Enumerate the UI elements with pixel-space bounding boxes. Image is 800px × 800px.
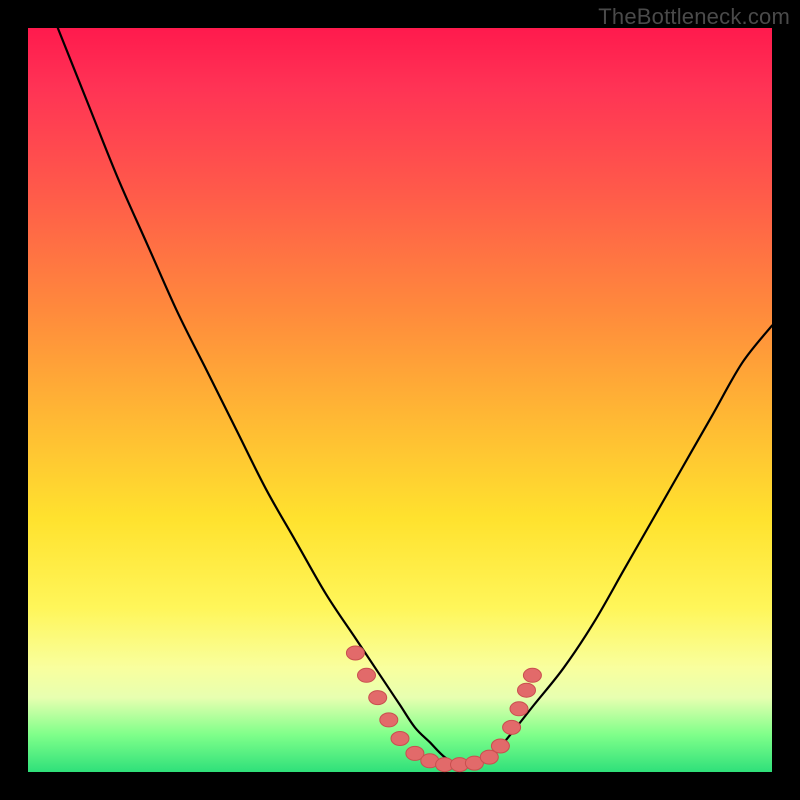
marker-layer xyxy=(346,646,541,772)
curve-marker xyxy=(523,668,541,682)
curve-marker xyxy=(391,732,409,746)
curve-marker xyxy=(369,691,387,705)
chart-overlay-svg xyxy=(0,0,800,800)
curve-marker xyxy=(358,668,376,682)
chart-frame: TheBottleneck.com xyxy=(0,0,800,800)
curve-marker xyxy=(491,739,509,753)
curve-marker xyxy=(380,713,398,727)
curve-marker xyxy=(346,646,364,660)
curve-marker xyxy=(503,720,521,734)
curve-layer xyxy=(58,28,772,766)
curve-marker xyxy=(510,702,528,716)
curve-marker xyxy=(518,683,536,697)
bottleneck-curve xyxy=(58,28,772,766)
